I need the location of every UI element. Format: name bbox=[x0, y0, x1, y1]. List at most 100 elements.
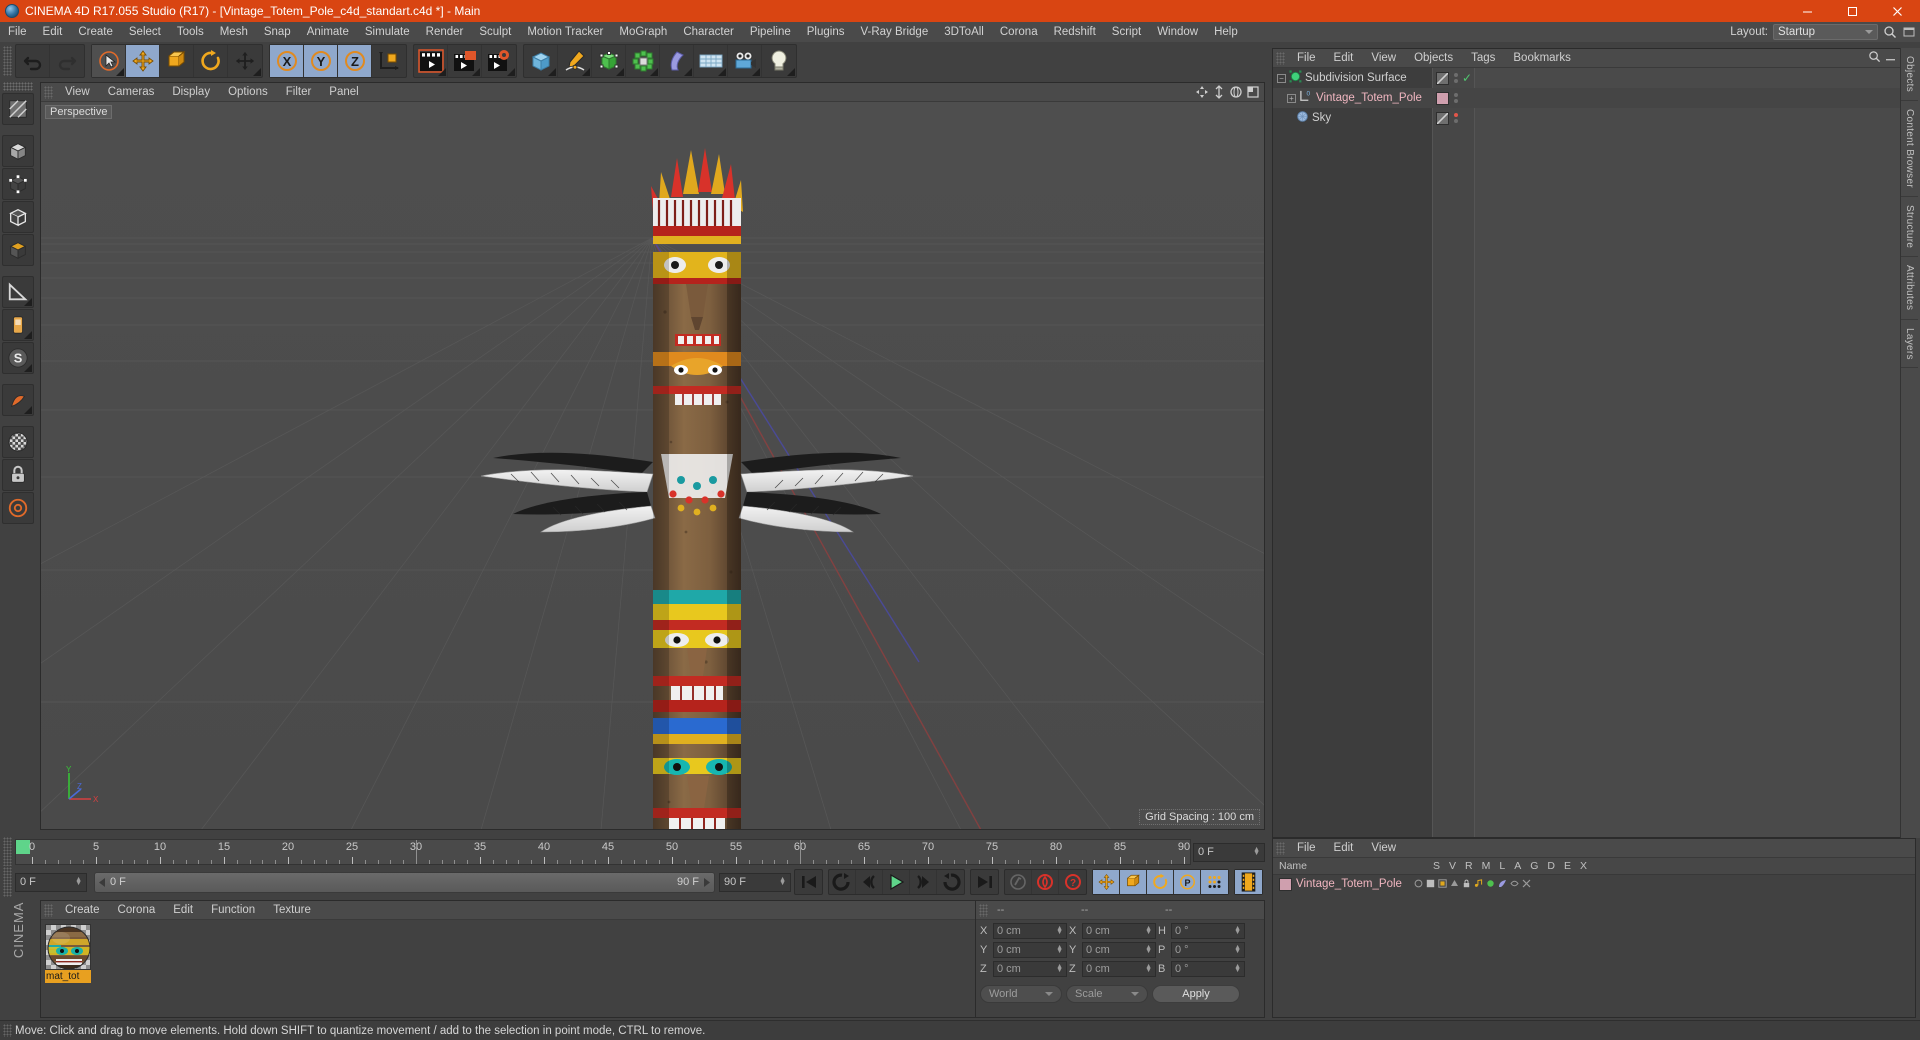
structure-manager-grip[interactable] bbox=[1276, 841, 1285, 855]
spinner-icon[interactable]: ▲ ▼ bbox=[1056, 963, 1063, 974]
spinner-icon[interactable]: ▲ ▼ bbox=[75, 876, 82, 887]
dock-tab-layers[interactable]: Layers bbox=[1901, 320, 1918, 369]
power-slider-end-handle[interactable]: 90 F bbox=[677, 876, 711, 888]
menu-help[interactable]: Help bbox=[1206, 22, 1246, 42]
rotate-tool-button[interactable] bbox=[194, 45, 228, 77]
position-key-button[interactable] bbox=[1093, 870, 1120, 894]
object-row-vintage-totem-pole[interactable]: + 0 Vintage_Totem_Pole bbox=[1273, 88, 1915, 108]
size-x-field[interactable]: 0 cm ▲ ▼ bbox=[1082, 923, 1156, 939]
menu-character[interactable]: Character bbox=[675, 22, 742, 42]
size-y-field[interactable]: 0 cm ▲ ▼ bbox=[1082, 942, 1156, 958]
parameter-key-button[interactable]: P bbox=[1174, 870, 1201, 894]
quantize-button[interactable] bbox=[2, 492, 34, 524]
rot-b-field[interactable]: 0 ° ▲ ▼ bbox=[1171, 961, 1245, 977]
toolbar-grip[interactable] bbox=[3, 46, 12, 76]
power-slider[interactable]: 0 F 90 F bbox=[94, 871, 715, 893]
current-frame-field[interactable]: 0 F ▲ ▼ bbox=[15, 872, 87, 892]
visibility-dots[interactable] bbox=[1452, 113, 1459, 123]
polygons-mode-button[interactable] bbox=[2, 234, 34, 266]
add-mograph-button[interactable] bbox=[626, 45, 660, 77]
am-menu-file[interactable]: File bbox=[1288, 839, 1325, 858]
viewport-solo-button[interactable] bbox=[2, 426, 34, 458]
am-menu-view[interactable]: View bbox=[1362, 839, 1405, 858]
menu-motion-tracker[interactable]: Motion Tracker bbox=[519, 22, 611, 42]
menu-corona[interactable]: Corona bbox=[992, 22, 1046, 42]
mm-menu-texture[interactable]: Texture bbox=[264, 901, 320, 920]
angle-tool-button[interactable] bbox=[2, 276, 34, 308]
menu-script[interactable]: Script bbox=[1104, 22, 1149, 42]
lock-flag-icon[interactable] bbox=[1462, 877, 1471, 891]
menu-pipeline[interactable]: Pipeline bbox=[742, 22, 799, 42]
material-tile[interactable]: mat_tot bbox=[45, 924, 91, 983]
restore-layout-icon[interactable] bbox=[1902, 25, 1916, 39]
object-manager-grip[interactable] bbox=[1276, 51, 1285, 65]
spinner-icon[interactable]: ▲ ▼ bbox=[1145, 925, 1152, 936]
dock-tab-attributes[interactable]: Attributes bbox=[1901, 257, 1918, 320]
layer-color-chip[interactable] bbox=[1279, 877, 1292, 891]
close-button[interactable] bbox=[1875, 0, 1920, 22]
minimize-button[interactable] bbox=[1785, 0, 1830, 22]
material-tag-icon[interactable] bbox=[1436, 91, 1449, 105]
search-icon[interactable] bbox=[1868, 50, 1881, 66]
rot-h-field[interactable]: 0 ° ▲ ▼ bbox=[1171, 923, 1245, 939]
viewport-menu-filter[interactable]: Filter bbox=[277, 83, 321, 102]
previous-key-button[interactable] bbox=[856, 870, 883, 894]
model-mode-button[interactable] bbox=[2, 135, 34, 167]
apply-button[interactable]: Apply bbox=[1152, 985, 1240, 1003]
visible-flag-icon[interactable] bbox=[1426, 877, 1435, 891]
undo-button[interactable] bbox=[16, 45, 50, 77]
add-generator-button[interactable] bbox=[592, 45, 626, 77]
next-key-button[interactable] bbox=[910, 870, 937, 894]
menu-mograph[interactable]: MoGraph bbox=[611, 22, 675, 42]
world-object-coord-button[interactable] bbox=[372, 45, 406, 77]
lock-selection-button[interactable] bbox=[2, 459, 34, 491]
perspective-viewport[interactable]: View Cameras Display Options Filter Pane… bbox=[40, 82, 1265, 830]
om-menu-objects[interactable]: Objects bbox=[1405, 49, 1462, 68]
left-palette-grip[interactable] bbox=[3, 82, 33, 91]
object-manager-empty-area[interactable] bbox=[1475, 68, 1915, 837]
material-sphere-icon[interactable] bbox=[45, 924, 91, 970]
maximize-button[interactable] bbox=[1830, 0, 1875, 22]
menu-tools[interactable]: Tools bbox=[169, 22, 212, 42]
sculpt-symmetry-button[interactable]: S bbox=[2, 342, 34, 374]
menu-window[interactable]: Window bbox=[1149, 22, 1206, 42]
solo-flag-icon[interactable] bbox=[1414, 877, 1423, 891]
viewport-menu-options[interactable]: Options bbox=[219, 83, 277, 102]
expander-minus-icon[interactable]: − bbox=[1277, 73, 1286, 83]
expander-plus-icon[interactable]: + bbox=[1287, 93, 1296, 103]
render-settings-button[interactable] bbox=[482, 45, 516, 77]
menu-snap[interactable]: Snap bbox=[256, 22, 299, 42]
playback-grip[interactable] bbox=[3, 867, 12, 897]
size-z-field[interactable]: 0 cm ▲ ▼ bbox=[1082, 961, 1156, 977]
rot-p-field[interactable]: 0 ° ▲ ▼ bbox=[1171, 942, 1245, 958]
power-slider-start-handle[interactable]: 0 F bbox=[98, 876, 126, 888]
pos-y-field[interactable]: 0 cm ▲ ▼ bbox=[993, 942, 1067, 958]
dock-tab-content-browser[interactable]: Content Browser bbox=[1901, 101, 1918, 197]
render-view-button[interactable] bbox=[414, 45, 448, 77]
animation-flag-icon[interactable] bbox=[1474, 877, 1483, 891]
search-icon[interactable] bbox=[1883, 25, 1897, 39]
go-to-end-button[interactable] bbox=[971, 870, 998, 894]
menu-vray-bridge[interactable]: V-Ray Bridge bbox=[852, 22, 936, 42]
spinner-icon[interactable]: ▲ ▼ bbox=[1056, 944, 1063, 955]
end-frame-field[interactable]: 90 F ▲ ▼ bbox=[719, 872, 791, 892]
render-flag-icon[interactable] bbox=[1438, 877, 1447, 891]
viewport-menu-display[interactable]: Display bbox=[163, 83, 219, 102]
maximize-view-icon[interactable] bbox=[1246, 85, 1260, 102]
add-scene-button[interactable] bbox=[694, 45, 728, 77]
om-menu-tags[interactable]: Tags bbox=[1462, 49, 1504, 68]
spinner-icon[interactable]: ▲ ▼ bbox=[1234, 925, 1241, 936]
size-mode-dropdown[interactable]: Scale bbox=[1066, 985, 1148, 1003]
om-menu-bookmarks[interactable]: Bookmarks bbox=[1504, 49, 1580, 68]
mm-menu-corona[interactable]: Corona bbox=[109, 901, 165, 920]
spinner-icon[interactable]: ▲ ▼ bbox=[1145, 963, 1152, 974]
status-bar-grip[interactable] bbox=[3, 1024, 12, 1037]
menu-render[interactable]: Render bbox=[418, 22, 472, 42]
om-menu-view[interactable]: View bbox=[1362, 49, 1405, 68]
dock-tab-objects[interactable]: Objects bbox=[1901, 48, 1918, 102]
viewport-menu-cameras[interactable]: Cameras bbox=[99, 83, 164, 102]
add-light-button[interactable] bbox=[762, 45, 796, 77]
timeline-ruler[interactable]: 051015202530354045505560657075808590 bbox=[15, 839, 1191, 865]
texture-mode-button[interactable] bbox=[2, 93, 34, 125]
material-tag-icon[interactable] bbox=[1436, 71, 1449, 85]
